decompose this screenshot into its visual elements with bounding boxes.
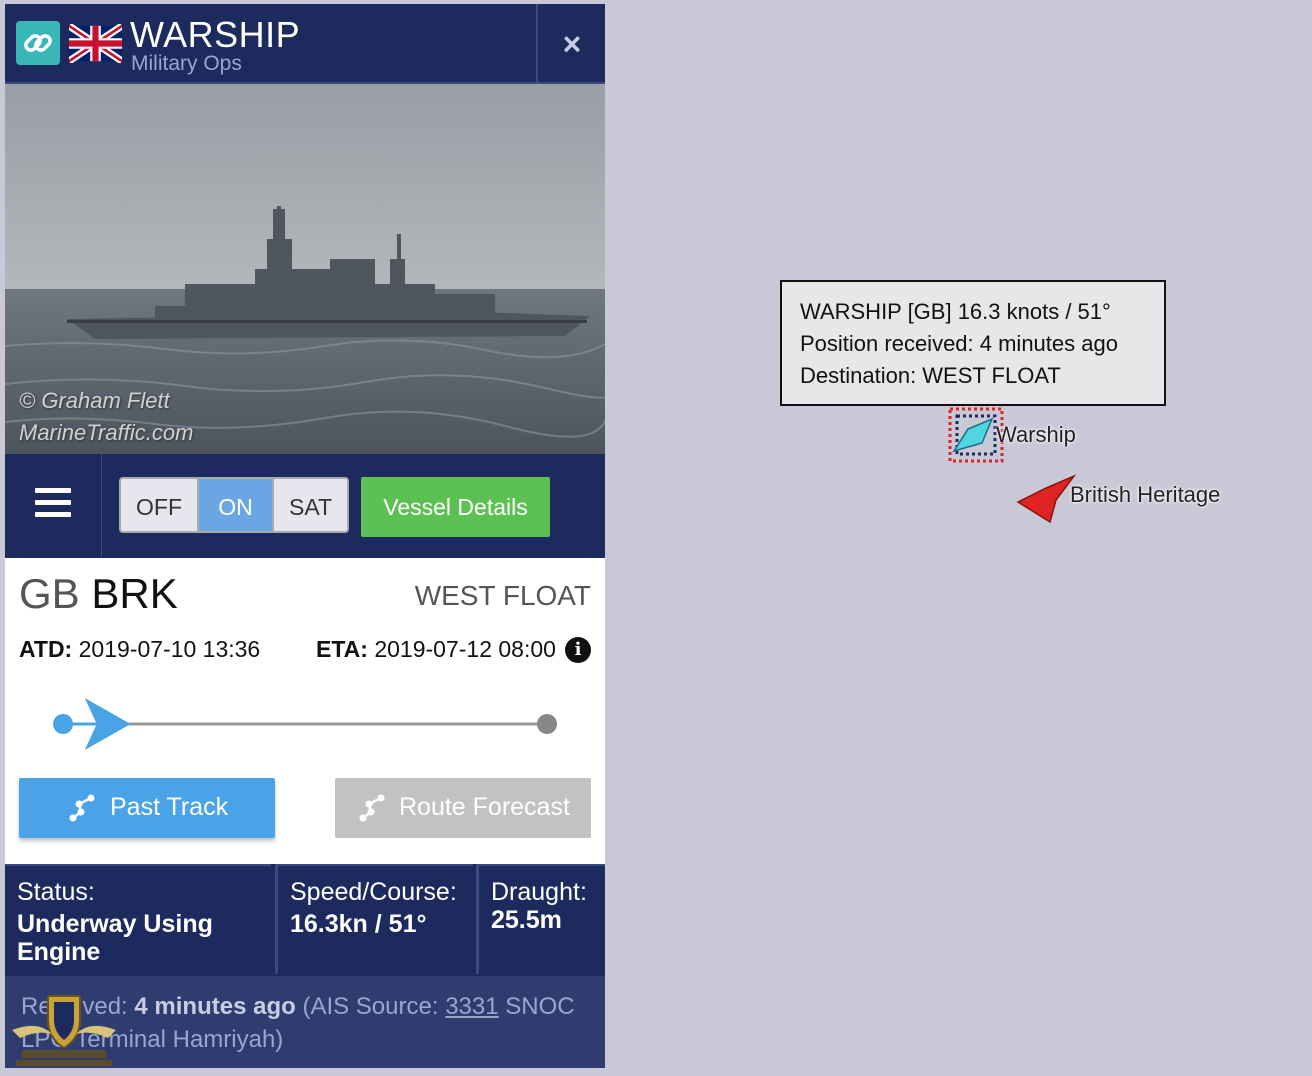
eta-label: ETA: [316, 636, 368, 662]
map-mode-off-button[interactable]: OFF [119, 477, 199, 533]
forecast-icon [359, 794, 385, 822]
atd-label: ATD: [19, 636, 73, 662]
vessel-stats: Status: Underway Using Engine Speed/Cour… [5, 864, 605, 976]
status-value-line2: Engine [17, 938, 101, 966]
status-value: Underway Using Engine [17, 910, 213, 966]
photo-credit: © Graham Flett [19, 388, 170, 413]
vessel-type: Military Ops [131, 52, 242, 75]
destination: WEST FLOAT [414, 580, 591, 611]
vessel-details-button[interactable]: Vessel Details [361, 477, 550, 537]
track-icon [69, 794, 95, 822]
vessel-photo[interactable]: © Graham Flett MarineTraffic.com [5, 84, 605, 454]
forum-watermark-logo [8, 990, 120, 1070]
link-icon[interactable] [16, 21, 60, 65]
map-mode-sat-button[interactable]: SAT [272, 477, 349, 533]
panel-toolbar: OFF ON SAT Vessel Details [5, 454, 605, 558]
voyage-progress [45, 690, 565, 750]
vessel-tooltip: WARSHIP [GB] 16.3 knots / 51° Position r… [780, 280, 1166, 406]
eta-value: 2019-07-12 08:00 [374, 636, 556, 662]
past-track-button[interactable]: Past Track [19, 778, 275, 838]
vessel-panel: WARSHIP Military Ops × © Graham Flett Ma… [5, 4, 605, 1068]
draught-value: 25.5m [491, 906, 562, 934]
panel-header: WARSHIP Military Ops × [5, 4, 605, 84]
port-code-value: BRK [91, 570, 178, 617]
tooltip-line-destination: Destination: WEST FLOAT [800, 363, 1061, 388]
draught-cell: Draught: 25.5m [476, 864, 605, 974]
header-divider [536, 4, 538, 82]
past-track-label: Past Track [110, 793, 229, 821]
selected-vessel-label[interactable]: Warship [996, 422, 1076, 448]
status-label: Status: [17, 878, 95, 906]
vessel-name: WARSHIP [130, 14, 301, 55]
tooltip-line-speed: WARSHIP [GB] 16.3 knots / 51° [800, 299, 1111, 324]
info-icon[interactable]: i [565, 637, 591, 663]
speed-course-cell: Speed/Course: 16.3kn / 51° [275, 864, 473, 974]
other-vessel-label[interactable]: British Heritage [1070, 482, 1220, 508]
ais-source-link[interactable]: 3331 [445, 993, 498, 1020]
toolbar-divider [101, 454, 102, 558]
eta: ETA: 2019-07-12 08:00 [316, 636, 556, 663]
draught-label: Draught: [491, 878, 587, 906]
route-forecast-button[interactable]: Route Forecast [335, 778, 591, 838]
departure-dot [53, 714, 73, 734]
route-forecast-label: Route Forecast [399, 793, 570, 821]
photo-credit-site: MarineTraffic.com [19, 420, 194, 445]
uk-flag-icon [67, 22, 124, 65]
port-code: GB BRK [19, 570, 178, 618]
atd: ATD: 2019-07-10 13:36 [19, 636, 260, 663]
hamburger-menu-icon[interactable] [35, 488, 71, 522]
received-ago: 4 minutes ago [134, 993, 296, 1020]
status-value-line1: Underway Using [17, 910, 213, 938]
voyage-section: GB BRK WEST FLOAT ATD: 2019-07-10 13:36 … [5, 558, 605, 864]
speed-course-label: Speed/Course: [290, 878, 457, 906]
warship-ship-icon [952, 417, 994, 453]
status-cell: Status: Underway Using Engine [5, 864, 271, 974]
ais-source-name: SNOC [505, 993, 575, 1020]
country-code: GB [19, 570, 80, 617]
british-heritage-ship-icon [1016, 474, 1077, 524]
close-icon[interactable]: × [539, 4, 605, 82]
map-mode-on-button[interactable]: ON [199, 477, 272, 533]
speed-course-value: 16.3kn / 51° [290, 910, 427, 938]
ais-source-prefix: (AIS Source: [302, 993, 439, 1020]
tooltip-line-position: Position received: 4 minutes ago [800, 331, 1118, 356]
other-vessel-marker[interactable] [1016, 474, 1077, 524]
atd-value: 2019-07-10 13:36 [78, 636, 261, 662]
arrival-dot [537, 714, 557, 734]
